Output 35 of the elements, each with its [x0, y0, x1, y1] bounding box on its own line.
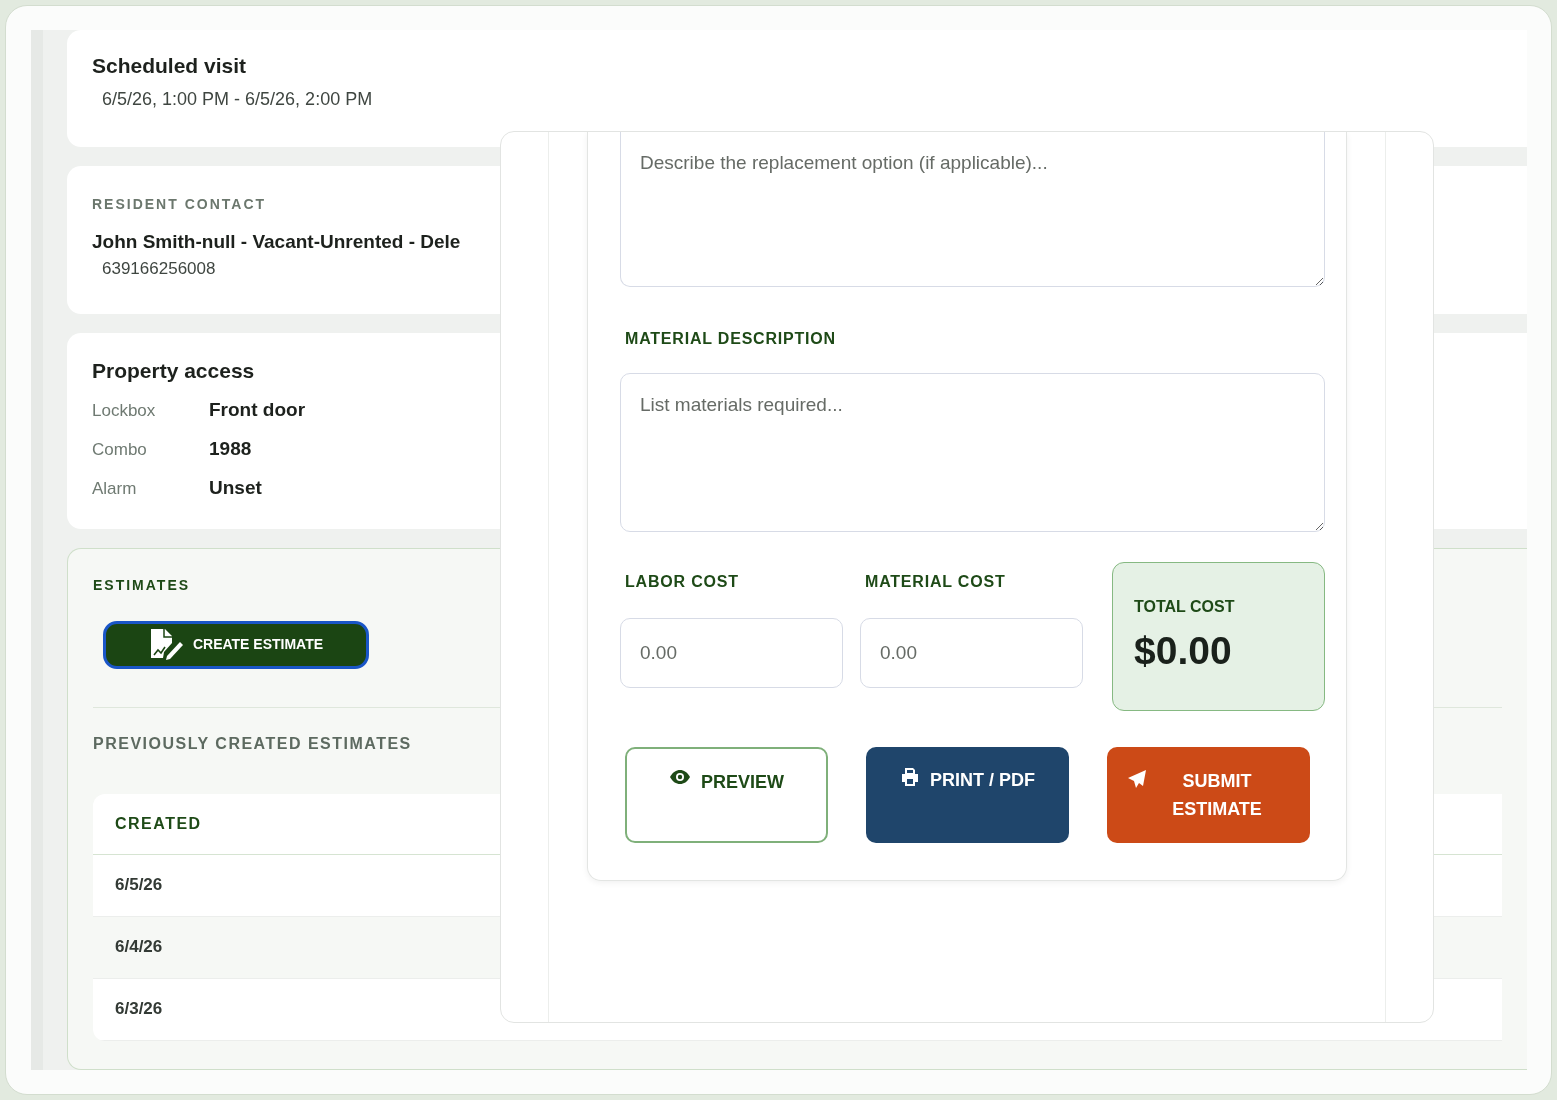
preview-button[interactable]: PREVIEW	[625, 747, 828, 843]
total-value: $0.00	[1134, 629, 1232, 673]
field-label: Combo	[92, 439, 147, 459]
field-label: MATERIAL DESCRIPTION	[625, 329, 836, 349]
table-cell-text: 6/4/26	[115, 936, 163, 959]
paper-plane-icon	[1127, 769, 1147, 789]
resident-name: John Smith-null - Vacant-Unrented - Dele	[92, 229, 461, 254]
column-header: CREATED	[115, 813, 202, 834]
document-edit-icon	[148, 627, 185, 662]
visit-time: 6/5/26, 1:00 PM - 6/5/26, 2:00 PM	[102, 88, 373, 111]
print-button[interactable]: PRINT / PDF	[866, 747, 1069, 843]
field-value: 1988	[209, 437, 252, 461]
field-label: Alarm	[92, 478, 137, 498]
field-value: Front door	[209, 398, 306, 422]
field-label: LABOR COST	[625, 572, 739, 592]
field-value: Unset	[209, 476, 262, 500]
eye-icon	[669, 769, 691, 785]
replacement-textarea[interactable]: Describe the replacement option (if applicable)...	[620, 132, 1325, 287]
submit-button[interactable]: SUBMIT ESTIMATE	[1107, 747, 1310, 843]
labor-cost-field[interactable]: 0.00	[620, 618, 843, 688]
create-estimate-button[interactable]: CREATE ESTIMATE	[103, 620, 369, 669]
total-label: TOTAL COST	[1134, 597, 1235, 617]
section-heading: PREVIOUSLY CREATED ESTIMATES	[93, 733, 412, 754]
section-label: RESIDENT CONTACT	[92, 194, 267, 214]
materials-textarea[interactable]: List materials required...	[620, 373, 1325, 532]
field-label: MATERIAL COST	[865, 572, 1006, 592]
card-title: Scheduled visit	[92, 53, 247, 79]
phone-number: 639166256008	[102, 258, 216, 281]
material-cost-field[interactable]: 0.00	[860, 618, 1083, 688]
card-title: Property access	[92, 357, 255, 384]
printer-icon	[900, 767, 920, 787]
section-label: ESTIMATES	[93, 575, 191, 595]
table-cell-text: 6/5/26	[115, 874, 163, 897]
table-cell-text: 6/3/26	[115, 998, 163, 1021]
field-label: Lockbox	[92, 400, 156, 420]
